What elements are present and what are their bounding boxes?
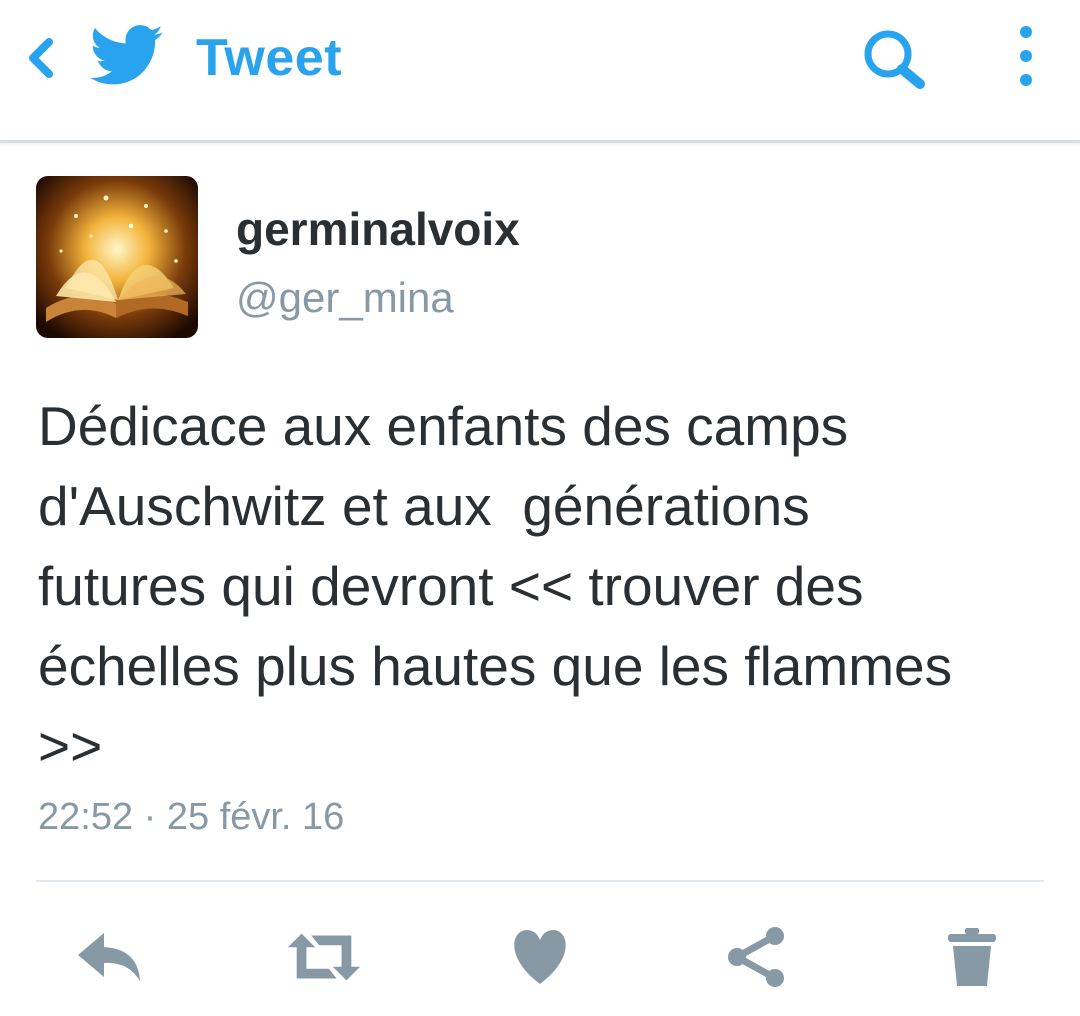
share-button[interactable]	[716, 920, 796, 994]
page-title: Tweet	[196, 29, 343, 87]
display-name[interactable]: germinalvoix	[236, 202, 520, 256]
search-button[interactable]	[858, 26, 930, 92]
heart-icon	[514, 930, 566, 984]
delete-button[interactable]	[932, 920, 1012, 994]
tweet-timestamp: 22:52 · 25 févr. 16	[38, 796, 345, 838]
user-handle[interactable]: @ger_mina	[236, 274, 454, 322]
tweet-text: Dédicace aux enfants des camps d'Auschwi…	[38, 395, 953, 777]
retweet-icon	[287, 933, 361, 981]
reply-button[interactable]	[70, 920, 150, 994]
twitter-bird-icon	[90, 25, 163, 85]
reply-icon	[78, 933, 140, 981]
more-vertical-icon	[1020, 26, 1032, 86]
divider	[36, 880, 1044, 882]
more-options-button[interactable]	[1004, 20, 1048, 92]
chevron-left-icon	[29, 38, 53, 78]
avatar[interactable]	[36, 176, 198, 338]
search-icon	[864, 30, 925, 89]
retweet-button[interactable]	[284, 920, 364, 994]
trash-icon	[948, 928, 996, 986]
share-icon	[728, 927, 784, 987]
back-button[interactable]	[18, 36, 62, 80]
app-header: Tweet	[0, 0, 1080, 143]
like-button[interactable]	[500, 920, 580, 994]
open-book-sparkle-avatar	[36, 176, 198, 338]
